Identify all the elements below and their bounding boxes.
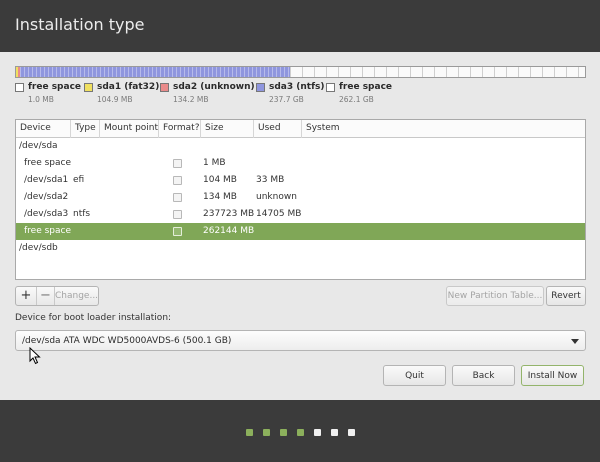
step-dot [280, 429, 287, 436]
cell-type: ntfs [73, 209, 91, 219]
cell-size: 262144 MB [203, 226, 255, 236]
step-dot [297, 429, 304, 436]
step-dot [331, 429, 338, 436]
main-content: free space 1.0 MB sda1 (fat32) 104.9 MB sda2… [0, 52, 600, 400]
cell-size: 1 MB [203, 158, 226, 168]
legend-name: sda2 (unknown) [173, 82, 255, 92]
legend-swatch [160, 83, 169, 92]
legend-name: sda3 (ntfs) [269, 82, 325, 92]
partition-bar-segment [20, 67, 290, 77]
format-checkbox[interactable] [173, 227, 182, 236]
format-checkbox[interactable] [173, 176, 182, 185]
format-checkbox[interactable] [173, 193, 182, 202]
back-button[interactable]: Back [452, 365, 515, 386]
cell-size: 237723 MB [203, 209, 255, 219]
legend-size: 104.9 MB [97, 95, 133, 104]
partition-tool-group: + − Change... [15, 286, 99, 306]
column-header-type[interactable]: Type [71, 120, 100, 138]
table-row[interactable]: /dev/sda2 134 MB unknown [16, 189, 585, 206]
column-header-mount-point[interactable]: Mount point [100, 120, 159, 138]
add-partition-button[interactable]: + [16, 287, 36, 305]
column-header-used[interactable]: Used [254, 120, 302, 138]
legend-swatch [326, 83, 335, 92]
step-dot [314, 429, 321, 436]
step-dot [263, 429, 270, 436]
new-partition-table-button[interactable]: New Partition Table... [446, 286, 544, 306]
revert-button[interactable]: Revert [546, 286, 586, 306]
cell-used: 33 MB [256, 175, 285, 185]
column-header-system[interactable]: System [302, 120, 585, 138]
cell-device: /dev/sda [19, 141, 58, 151]
partition-bar [15, 66, 586, 78]
partition-table[interactable]: Device Type Mount point Format? Size Use… [15, 119, 586, 280]
cell-device: /dev/sda3 [24, 209, 69, 219]
cell-size: 104 MB [203, 175, 237, 185]
title-bar: Installation type [0, 0, 600, 52]
cell-device: /dev/sdb [19, 243, 58, 253]
progress-footer [0, 400, 600, 462]
column-header-device[interactable]: Device [16, 120, 71, 138]
table-row[interactable]: free space 262144 MB [16, 223, 585, 240]
column-header-size[interactable]: Size [201, 120, 254, 138]
quit-button[interactable]: Quit [383, 365, 446, 386]
bootloader-label: Device for boot loader installation: [15, 313, 172, 323]
legend-size: 262.1 GB [339, 95, 374, 104]
mouse-pointer-icon [29, 347, 41, 365]
dropdown-arrow-icon [571, 339, 579, 344]
format-checkbox[interactable] [173, 210, 182, 219]
table-row[interactable]: /dev/sda1 efi 104 MB 33 MB [16, 172, 585, 189]
step-dot [348, 429, 355, 436]
cell-device: free space [24, 226, 72, 236]
legend-name: free space [28, 82, 82, 92]
legend-size: 1.0 MB [28, 95, 54, 104]
legend-swatch [15, 83, 24, 92]
table-header: Device Type Mount point Format? Size Use… [16, 120, 585, 138]
legend-swatch [84, 83, 93, 92]
cell-used: 14705 MB [256, 209, 302, 219]
cell-device: /dev/sda1 [24, 175, 69, 185]
partition-bar-segment [290, 67, 585, 77]
legend-size: 237.7 GB [269, 95, 304, 104]
format-checkbox[interactable] [173, 159, 182, 168]
column-header-format[interactable]: Format? [159, 120, 201, 138]
table-row[interactable]: /dev/sdb [16, 240, 585, 257]
cell-type: efi [73, 175, 85, 185]
remove-partition-button[interactable]: − [36, 287, 54, 305]
window-title: Installation type [15, 15, 145, 34]
legend-name: free space [339, 82, 393, 92]
table-row[interactable]: /dev/sda [16, 138, 585, 155]
bootloader-device-select[interactable]: /dev/sda ATA WDC WD5000AVDS-6 (500.1 GB) [15, 330, 586, 351]
legend-name: sda1 (fat32) [97, 82, 160, 92]
table-row[interactable]: free space 1 MB [16, 155, 585, 172]
table-row[interactable]: /dev/sda3 ntfs 237723 MB 14705 MB [16, 206, 585, 223]
cell-device: free space [24, 158, 72, 168]
step-dot [246, 429, 253, 436]
change-partition-button[interactable]: Change... [54, 287, 98, 305]
cell-size: 134 MB [203, 192, 237, 202]
cell-device: /dev/sda2 [24, 192, 69, 202]
cell-used: unknown [256, 192, 297, 202]
install-now-button[interactable]: Install Now [521, 365, 584, 386]
legend-swatch [256, 83, 265, 92]
bootloader-selected-value: /dev/sda ATA WDC WD5000AVDS-6 (500.1 GB) [22, 336, 232, 346]
legend-size: 134.2 MB [173, 95, 209, 104]
